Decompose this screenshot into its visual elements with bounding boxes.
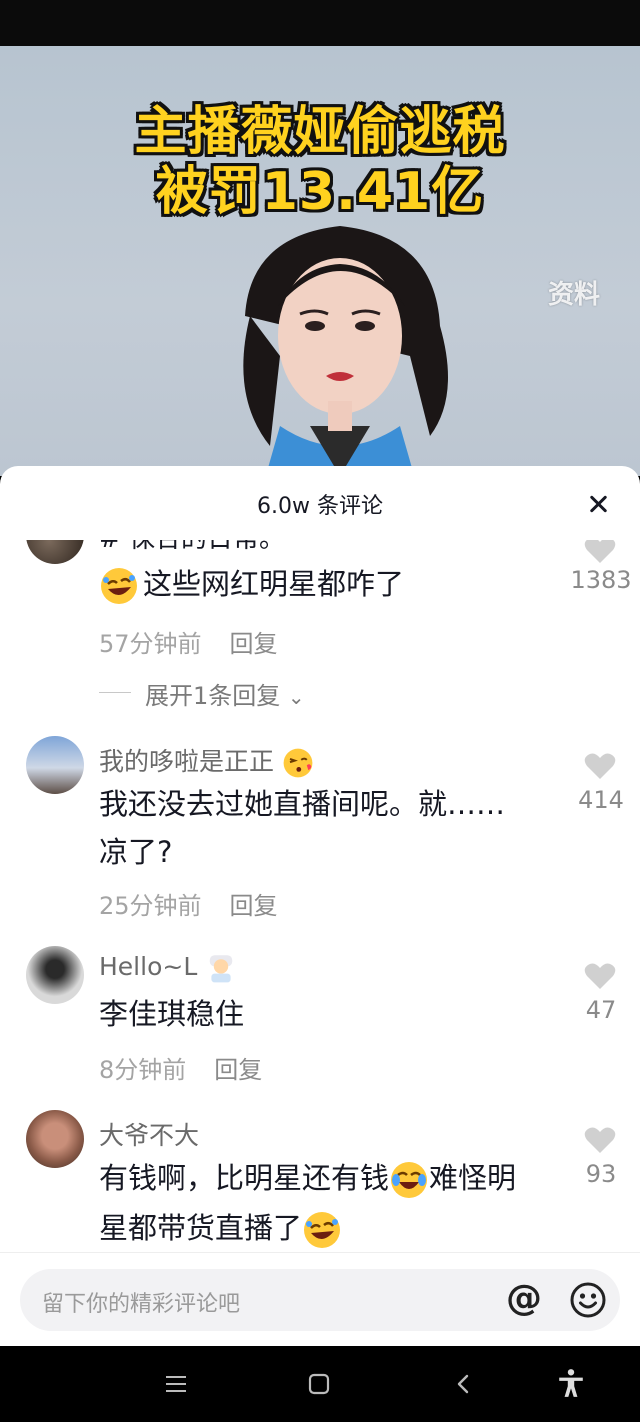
comment-text-part-c: 星都带货直播了 — [99, 1211, 303, 1245]
avatar[interactable] — [26, 1110, 84, 1168]
comment-input-bar: 留下你的精彩评论吧 @ — [0, 1252, 640, 1346]
comment-text-part-a: 有钱啊，比明星还有钱 — [99, 1161, 390, 1195]
tears-of-joy-emoji-icon — [391, 1162, 428, 1198]
comment-username[interactable]: Hello~L — [99, 952, 237, 984]
comment-text: 李佳琪稳住 — [99, 997, 245, 1031]
comment-meta: 25分钟前 回复 — [99, 886, 278, 921]
like-count: 414 — [578, 786, 624, 814]
like-count: 47 — [585, 996, 617, 1024]
reply-button[interactable]: 回复 — [214, 1056, 262, 1084]
smile-icon[interactable] — [570, 1282, 606, 1318]
comment-input-placeholder: 留下你的精彩评论吧 — [42, 1292, 241, 1317]
comment-text-line1: 我还没去过她直播间呢。就…… — [99, 787, 506, 821]
comment-text-line2: 星都带货直播了 — [99, 1204, 342, 1252]
comment-time: 57分钟前 — [99, 630, 202, 658]
expand-replies-button[interactable]: 展开1条回复 ⌄ — [145, 676, 305, 711]
reply-button[interactable]: 回复 — [230, 630, 278, 658]
heart-icon[interactable] — [584, 752, 616, 780]
expand-replies-label: 展开1条回复 — [145, 682, 281, 710]
comment-text-line2: 凉了? — [99, 835, 173, 869]
kissing-emoji-icon — [283, 748, 313, 778]
avatar[interactable] — [26, 946, 84, 1004]
back-icon[interactable] — [450, 1370, 478, 1398]
comment-meta: 57分钟前 回复 — [99, 624, 278, 659]
menu-icon[interactable] — [162, 1370, 190, 1398]
comment-text: 这些网红明星都咋了 — [99, 560, 404, 608]
status-bar — [0, 0, 640, 46]
comment-list[interactable]: # 保合的日常。 这些网红明星都咋了 57分钟前回复 1383 — [0, 540, 640, 1252]
comment-username[interactable]: 我的哆啦是正正 — [99, 742, 314, 779]
comment-text-part-b: 难怪明 — [429, 1161, 517, 1195]
bride-emoji-icon — [210, 955, 233, 983]
comment-input[interactable]: 留下你的精彩评论吧 @ — [20, 1269, 620, 1331]
video-title-line2: 被罚13.41亿 — [155, 162, 485, 222]
expand-divider — [99, 692, 131, 693]
comment-time: 8分钟前 — [99, 1056, 187, 1084]
heart-icon[interactable] — [584, 962, 616, 990]
close-icon[interactable] — [584, 490, 612, 518]
comment-time: 25分钟前 — [99, 892, 202, 920]
comments-count-title: 6.0w 条评论 — [257, 494, 383, 519]
rofl-emoji-icon — [101, 568, 137, 604]
comment-text-content: 这些网红明星都咋了 — [143, 567, 405, 601]
video-watermark: 资料 — [547, 280, 600, 310]
video-title-line1: 主播薇娅偷逃税 — [134, 102, 506, 162]
system-nav-bar — [0, 1346, 640, 1422]
video-player[interactable]: 主播薇娅偷逃税 被罚13.41亿 资料 — [0, 46, 640, 476]
video-portrait — [243, 226, 448, 476]
home-icon[interactable] — [305, 1370, 333, 1398]
avatar[interactable] — [26, 540, 84, 564]
rofl-emoji-icon — [304, 1212, 341, 1248]
like-count: 1383 — [570, 566, 632, 594]
avatar[interactable] — [26, 736, 84, 794]
comments-sheet: 6.0w 条评论 # 保合的日常。 这些网红明星都咋了 57分钟前回复 — [0, 466, 640, 1346]
comment-meta: 8分钟前 回复 — [99, 1050, 262, 1085]
heart-icon[interactable] — [584, 540, 616, 564]
comment-partial-text: # 保合的日常。 — [99, 540, 285, 555]
comment-text-line1: 有钱啊，比明星还有钱 难怪明 — [99, 1154, 516, 1202]
reply-button[interactable]: 回复 — [230, 892, 278, 920]
username-text: Hello~L — [99, 952, 198, 981]
comment-username[interactable]: 大爷不大 — [99, 1116, 199, 1152]
at-icon[interactable]: @ — [506, 1279, 542, 1319]
like-count: 93 — [585, 1160, 617, 1188]
accessibility-icon[interactable] — [556, 1368, 586, 1398]
comments-header: 6.0w 条评论 — [0, 466, 640, 540]
username-text: 我的哆啦是正正 — [99, 747, 275, 776]
heart-icon[interactable] — [584, 1126, 616, 1154]
chevron-down-icon: ⌄ — [287, 685, 305, 709]
